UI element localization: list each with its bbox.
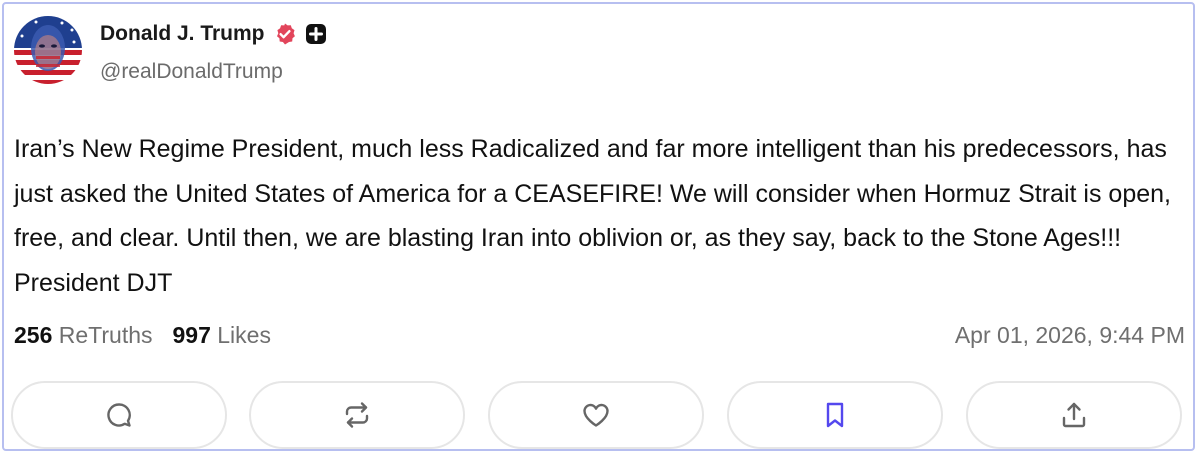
post-card: Donald J. Trump @realDonaldTrump Iran’s … — [2, 2, 1195, 451]
author-handle[interactable]: @realDonaldTrump — [100, 60, 283, 84]
bookmark-icon — [826, 402, 844, 428]
retruths-label: ReTruths — [58, 322, 153, 348]
post-body: Iran’s New Regime President, much less R… — [14, 135, 1171, 297]
likes-stat[interactable]: 997 Likes — [173, 322, 271, 349]
plus-badge-icon — [305, 23, 327, 45]
heart-icon — [583, 403, 609, 427]
post-stats: 256 ReTruths 997 Likes — [14, 322, 271, 349]
likes-count: 997 — [172, 322, 211, 348]
share-button[interactable] — [966, 381, 1182, 449]
verified-badge-icon — [273, 22, 297, 46]
like-button[interactable] — [488, 381, 704, 449]
post-timestamp[interactable]: Apr 01, 2026, 9:44 PM — [955, 322, 1185, 349]
comment-icon — [107, 403, 131, 427]
bookmark-button[interactable] — [727, 381, 943, 449]
retruths-stat[interactable]: 256 ReTruths — [14, 322, 153, 349]
likes-label: Likes — [217, 322, 271, 348]
avatar[interactable] — [14, 16, 82, 84]
avatar-image — [14, 16, 82, 84]
author-display-name[interactable]: Donald J. Trump — [100, 22, 265, 46]
repost-icon — [345, 402, 369, 428]
retruths-count: 256 — [14, 322, 53, 348]
retruth-button[interactable] — [249, 381, 465, 449]
share-icon — [1062, 402, 1086, 428]
reply-button[interactable] — [11, 381, 227, 449]
author-row: Donald J. Trump — [100, 22, 327, 46]
